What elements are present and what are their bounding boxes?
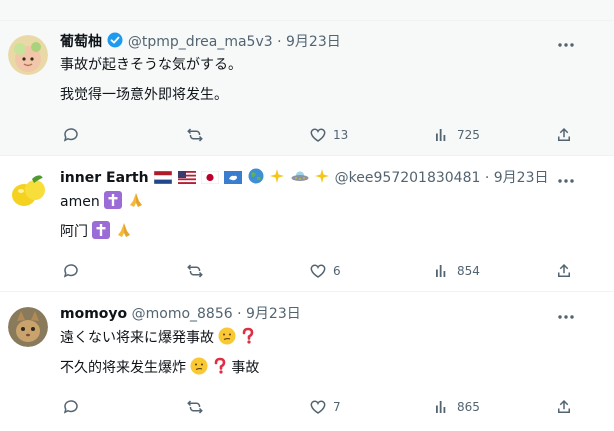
ufo-icon xyxy=(291,168,309,190)
reply-button[interactable] xyxy=(62,395,86,419)
reply-icon xyxy=(63,128,78,142)
reply-icon xyxy=(63,264,78,278)
globe-icon xyxy=(248,168,264,190)
share-button[interactable] xyxy=(555,123,573,147)
like-count: 6 xyxy=(333,264,341,278)
views-count: 725 xyxy=(457,128,480,142)
repost-button[interactable] xyxy=(186,259,210,283)
flag-usa-icon xyxy=(177,170,196,190)
post-text: 遠くない将来に爆発事故 xyxy=(60,330,214,346)
views-icon xyxy=(436,265,446,277)
separator-dot: · xyxy=(237,306,242,322)
separator-dot: · xyxy=(484,170,490,186)
repost-button[interactable] xyxy=(186,395,210,419)
share-button[interactable] xyxy=(555,259,573,283)
author-name[interactable]: inner Earth xyxy=(60,170,149,186)
post-text: amen xyxy=(60,194,100,210)
post-text-line: 事故が起きそうな気がする。 xyxy=(60,57,242,73)
post-card[interactable]: inner Earth @kee957201830481 · 9月23日 ame… xyxy=(0,157,614,292)
views-button[interactable]: 725 xyxy=(433,123,480,147)
more-icon[interactable] xyxy=(556,307,576,327)
folded-hands-icon xyxy=(127,191,145,215)
share-icon xyxy=(558,399,570,413)
author-handle[interactable]: @tpmp_drea_ma5v3 xyxy=(128,34,273,50)
avatar[interactable] xyxy=(8,171,48,211)
author-name[interactable]: 葡萄柚 xyxy=(60,34,102,50)
post-text-line: 阿门 xyxy=(60,221,133,245)
repost-button[interactable] xyxy=(186,123,210,147)
post-text-line: 不久的将来发生爆炸 事故 xyxy=(60,357,259,381)
post-text-line: amen xyxy=(60,191,145,215)
post-text-line: 我觉得一场意外即将发生。 xyxy=(60,87,228,103)
flag-netherlands-icon xyxy=(153,170,173,190)
repost-icon xyxy=(187,128,203,142)
post-text: 不久的将来发生爆炸 xyxy=(60,360,186,376)
flag-antarctica-icon xyxy=(224,170,243,190)
flag-japan-icon xyxy=(200,170,220,190)
post-text: 阿门 xyxy=(60,224,88,240)
repost-icon xyxy=(187,400,203,414)
avatar[interactable] xyxy=(8,35,48,75)
folded-hands-icon xyxy=(115,221,133,245)
reply-button[interactable] xyxy=(62,259,86,283)
author-handle[interactable]: @kee957201830481 xyxy=(335,170,481,186)
post-date[interactable]: 9月23日 xyxy=(286,34,341,50)
post-card[interactable]: momoyo @momo_8856 · 9月23日 遠くない将来に爆発事故 不久… xyxy=(0,293,614,431)
post-header: momoyo @momo_8856 · 9月23日 xyxy=(60,304,301,324)
sparkles-icon xyxy=(269,168,285,190)
verified-badge-icon xyxy=(107,32,123,54)
like-button[interactable]: 6 xyxy=(309,259,341,283)
more-icon[interactable] xyxy=(556,171,576,191)
sparkles-icon xyxy=(314,168,330,190)
reply-button[interactable] xyxy=(62,123,86,147)
share-icon xyxy=(558,127,570,141)
views-count: 865 xyxy=(457,400,480,414)
like-icon xyxy=(310,264,326,278)
like-count: 7 xyxy=(333,400,341,414)
views-icon xyxy=(436,401,446,413)
reply-icon xyxy=(63,400,78,414)
latin-cross-icon xyxy=(92,221,111,245)
thinking-face-icon xyxy=(218,327,236,351)
thinking-face-icon xyxy=(190,357,208,381)
avatar[interactable] xyxy=(8,307,48,347)
post-date[interactable]: 9月23日 xyxy=(494,170,549,186)
like-icon xyxy=(310,128,326,142)
action-bar: 6 854 xyxy=(0,259,614,283)
post-date[interactable]: 9月23日 xyxy=(246,306,301,322)
like-button[interactable]: 7 xyxy=(309,395,341,419)
like-icon xyxy=(310,400,326,414)
post-card[interactable]: 葡萄柚 @tpmp_drea_ma5v3 · 9月23日 事故が起きそうな気がす… xyxy=(0,21,614,156)
share-button[interactable] xyxy=(555,395,573,419)
repost-icon xyxy=(187,264,203,278)
question-mark-icon xyxy=(241,327,255,351)
like-count: 13 xyxy=(333,128,349,142)
post-text-line: 遠くない将来に爆発事故 xyxy=(60,327,255,351)
views-button[interactable]: 854 xyxy=(433,259,480,283)
share-icon xyxy=(558,263,570,277)
action-bar: 13 725 xyxy=(0,123,614,147)
like-button[interactable]: 13 xyxy=(309,123,348,147)
post-text: 事故 xyxy=(231,360,260,376)
question-mark-icon xyxy=(213,357,227,381)
previous-post-edge xyxy=(0,0,614,21)
action-bar: 7 865 xyxy=(0,395,614,419)
separator-dot: · xyxy=(277,34,282,50)
views-button[interactable]: 865 xyxy=(433,395,480,419)
views-icon xyxy=(436,129,446,141)
post-header: inner Earth @kee957201830481 · 9月23日 xyxy=(60,168,549,190)
author-name[interactable]: momoyo xyxy=(60,306,127,322)
more-icon[interactable] xyxy=(556,35,576,55)
author-handle[interactable]: @momo_8856 xyxy=(132,306,233,322)
post-header: 葡萄柚 @tpmp_drea_ma5v3 · 9月23日 xyxy=(60,32,341,54)
latin-cross-icon xyxy=(104,191,123,215)
views-count: 854 xyxy=(457,264,480,278)
